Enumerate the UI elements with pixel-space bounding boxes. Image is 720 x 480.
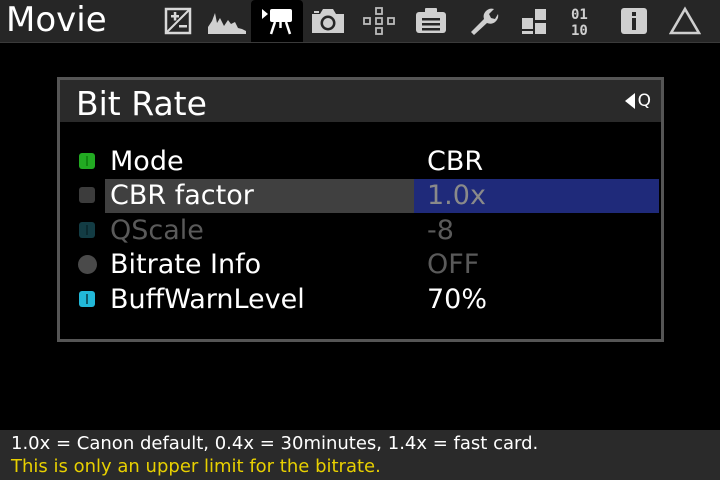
- menu-row-label: BuffWarnLevel: [110, 284, 305, 315]
- tab-display[interactable]: [405, 0, 457, 42]
- menu-row-buffwarnlevel[interactable]: BuffWarnLevel 70%: [60, 283, 661, 317]
- svg-text:10: 10: [571, 23, 588, 37]
- back-arrow-icon: [624, 93, 635, 109]
- submenu-title: Bit Rate: [76, 84, 207, 123]
- tab-debug[interactable]: 01 10: [558, 0, 610, 42]
- movie-camera-icon: [259, 6, 295, 36]
- info-icon: [619, 6, 649, 36]
- wrench-icon: [467, 6, 499, 36]
- gray-square-icon: [79, 187, 97, 205]
- menu-row-label: CBR factor: [110, 180, 254, 211]
- q-key-label: Q: [637, 91, 651, 111]
- teal-bar-icon: [79, 222, 97, 240]
- delta-icon: [669, 6, 701, 36]
- menu-row-label: Bitrate Info: [110, 249, 262, 280]
- menu-row-label: QScale: [110, 215, 204, 246]
- bit-rate-submenu: Bit Rate Q Mode CBR CBR factor 1.0x QSca…: [57, 77, 664, 342]
- tab-focus[interactable]: [353, 0, 405, 42]
- mode-title: Movie: [6, 0, 107, 40]
- warning-text: This is only an upper limit for the bitr…: [11, 456, 381, 477]
- menu-row-value: -8: [427, 215, 454, 246]
- camera-icon: [309, 7, 347, 35]
- gray-circle-icon: [78, 255, 97, 274]
- q-back-hint[interactable]: Q: [624, 91, 651, 111]
- menu-row-label: Mode: [110, 146, 184, 177]
- tab-histogram[interactable]: [201, 0, 253, 42]
- histogram-icon: [207, 7, 247, 35]
- tab-delta[interactable]: [659, 0, 711, 42]
- tab-info[interactable]: [608, 0, 660, 42]
- modules-icon: [519, 6, 549, 36]
- svg-text:01: 01: [571, 7, 588, 23]
- menu-row-mode[interactable]: Mode CBR: [60, 145, 661, 179]
- menu-row-bitrate-info[interactable]: Bitrate Info OFF: [60, 248, 661, 282]
- tab-exposure[interactable]: [152, 0, 204, 42]
- top-menu-bar: Movie 01 10: [0, 0, 720, 43]
- tab-movie[interactable]: [251, 0, 303, 42]
- binary-debug-icon: 01 10: [568, 5, 600, 37]
- focus-points-icon: [361, 6, 397, 36]
- menu-row-value: CBR: [427, 146, 484, 177]
- display-icon: [413, 6, 449, 36]
- menu-row-cbr-factor[interactable]: CBR factor 1.0x: [60, 179, 661, 213]
- help-text: 1.0x = Canon default, 0.4x = 30minutes, …: [11, 433, 539, 454]
- tab-tweaks[interactable]: [457, 0, 509, 42]
- exposure-icon: [164, 7, 192, 35]
- menu-row-value: 1.0x: [427, 180, 486, 211]
- menu-row-qscale[interactable]: QScale -8: [60, 214, 661, 248]
- submenu-header: Bit Rate Q: [60, 80, 661, 123]
- tab-photo[interactable]: [302, 0, 354, 42]
- menu-row-value: 70%: [427, 284, 488, 315]
- green-square-icon: [79, 153, 97, 171]
- menu-row-value: OFF: [427, 249, 480, 280]
- cyan-bar-icon: [79, 291, 97, 309]
- tab-modules[interactable]: [508, 0, 560, 42]
- help-bar: 1.0x = Canon default, 0.4x = 30minutes, …: [0, 430, 720, 480]
